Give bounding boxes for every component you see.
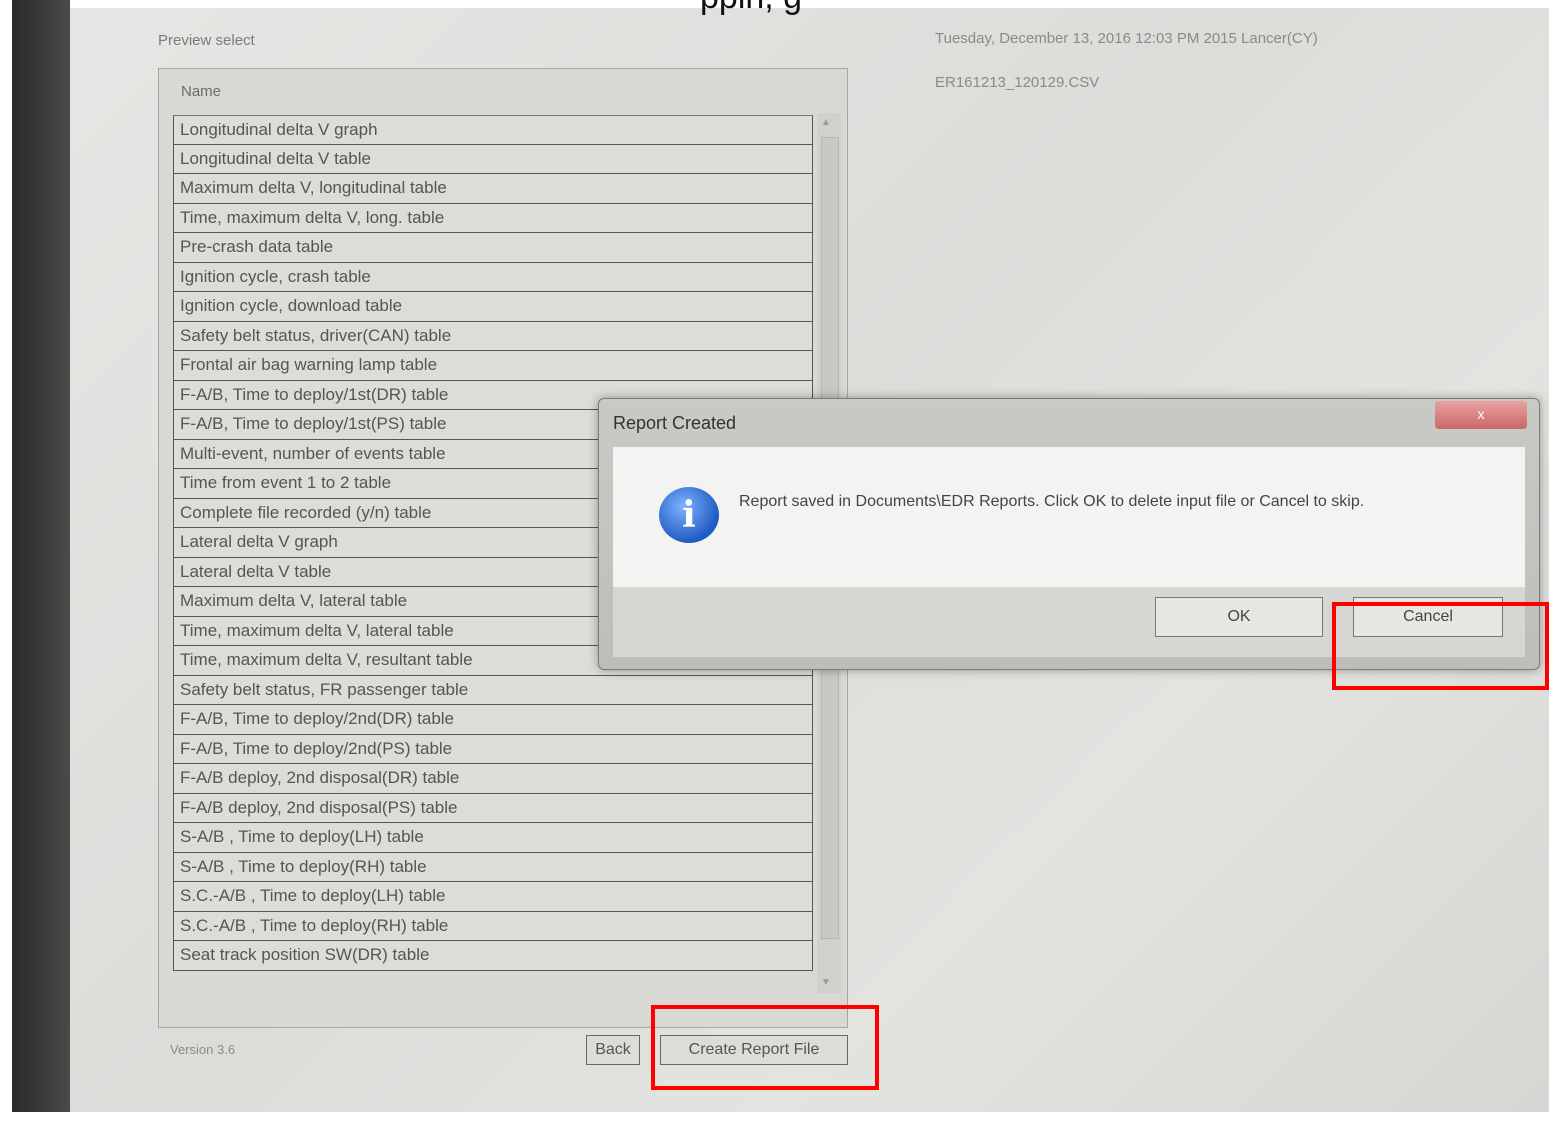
list-item[interactable]: S-A/B , Time to deploy(RH) table: [173, 852, 813, 882]
list-item[interactable]: Seat track position SW(DR) table: [173, 941, 813, 971]
datetime-label: Tuesday, December 13, 2016 12:03 PM 2015…: [935, 30, 1318, 47]
list-item[interactable]: F-A/B deploy, 2nd disposal(DR) table: [173, 764, 813, 794]
ok-button[interactable]: OK: [1155, 597, 1323, 637]
dialog-message: Report saved in Documents\EDR Reports. C…: [739, 493, 1365, 510]
list-item[interactable]: F-A/B, Time to deploy/2nd(PS) table: [173, 734, 813, 764]
list-item[interactable]: Safety belt status, driver(CAN) table: [173, 321, 813, 351]
cancel-button[interactable]: Cancel: [1353, 597, 1503, 637]
list-item[interactable]: Pre-crash data table: [173, 233, 813, 263]
create-report-file-button[interactable]: Create Report File: [660, 1035, 848, 1065]
scroll-up-arrow-icon[interactable]: ▲: [821, 117, 831, 128]
close-icon[interactable]: x: [1435, 401, 1527, 429]
list-item[interactable]: Safety belt status, FR passenger table: [173, 675, 813, 705]
list-item[interactable]: Longitudinal delta V table: [173, 144, 813, 174]
list-item[interactable]: S-A/B , Time to deploy(LH) table: [173, 823, 813, 853]
photo-margin-bottom: [0, 1112, 1549, 1122]
scroll-down-arrow-icon[interactable]: ▼: [821, 977, 831, 988]
photo-margin: [0, 0, 12, 1122]
dialog-title: Report Created: [613, 413, 737, 433]
info-icon: i: [659, 487, 719, 543]
list-item[interactable]: Ignition cycle, crash table: [173, 262, 813, 292]
list-item[interactable]: Longitudinal delta V graph: [173, 115, 813, 145]
list-item[interactable]: Ignition cycle, download table: [173, 292, 813, 322]
dialog-body: i Report saved in Documents\EDR Reports.…: [613, 447, 1525, 587]
back-button[interactable]: Back: [586, 1035, 640, 1065]
list-item[interactable]: Frontal air bag warning lamp table: [173, 351, 813, 381]
report-created-dialog: Report Created x i Report saved in Docum…: [598, 398, 1540, 670]
list-item[interactable]: F-A/B, Time to deploy/2nd(DR) table: [173, 705, 813, 735]
column-header-name: Name: [181, 83, 222, 100]
monitor-bezel: [12, 0, 70, 1122]
photo-margin-top: [70, 0, 1549, 8]
dialog-footer: OK Cancel: [613, 587, 1525, 657]
input-filename: ER161213_120129.CSV: [935, 74, 1100, 91]
list-item[interactable]: Time, maximum delta V, long. table: [173, 203, 813, 233]
version-label: Version 3.6: [170, 1042, 236, 1057]
list-column-header[interactable]: Name: [159, 69, 819, 113]
overlay-caption: ppin, g: [700, 0, 802, 17]
page-title: Preview select: [158, 32, 255, 49]
list-item[interactable]: F-A/B deploy, 2nd disposal(PS) table: [173, 793, 813, 823]
list-item[interactable]: S.C.-A/B , Time to deploy(RH) table: [173, 911, 813, 941]
list-item[interactable]: S.C.-A/B , Time to deploy(LH) table: [173, 882, 813, 912]
list-item[interactable]: Maximum delta V, longitudinal table: [173, 174, 813, 204]
